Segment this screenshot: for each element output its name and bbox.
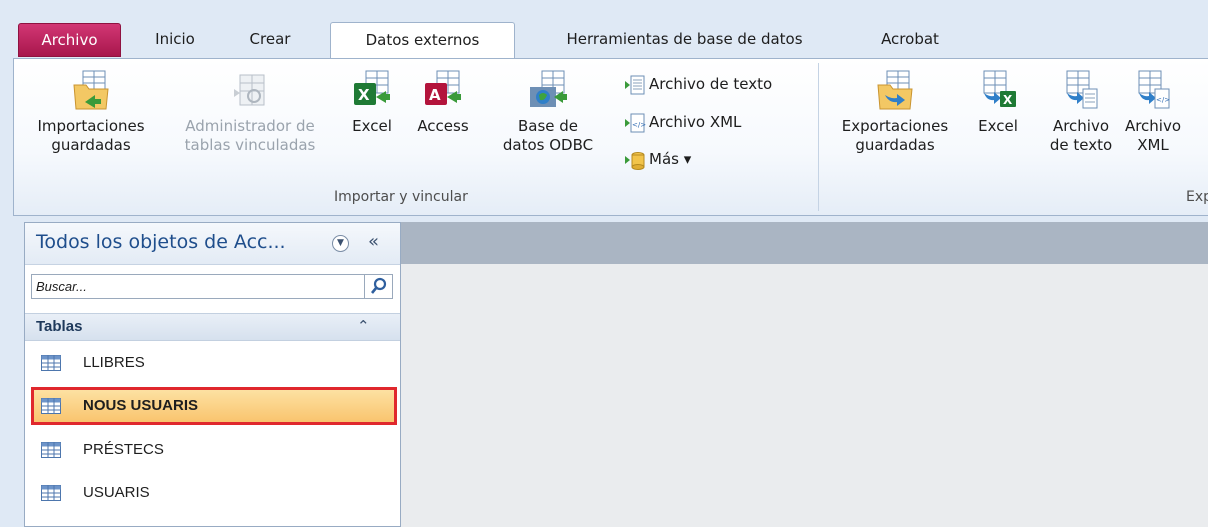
linked-table-manager-button[interactable]: Administrador de tablas vinculadas xyxy=(160,69,340,155)
nav-item-llibres[interactable]: LLIBRES xyxy=(31,344,397,382)
table-icon xyxy=(41,485,61,501)
nav-item-label: NOUS USUARIS xyxy=(83,397,199,414)
ribbon-group-separator xyxy=(818,63,819,211)
text-file-export-icon xyxy=(1066,70,1098,109)
text-file-icon xyxy=(625,75,645,94)
svg-text:</>: </> xyxy=(632,121,646,129)
export-text-file-label-2: de texto xyxy=(1049,136,1113,154)
xml-file-icon: </> xyxy=(625,113,646,132)
table-icon xyxy=(41,398,61,414)
import-group-label: Importar y vincular xyxy=(334,189,468,205)
search-button[interactable] xyxy=(365,274,393,299)
navigation-pane: Todos los objetos de Acc... ▼ « Buscar..… xyxy=(24,222,401,527)
tab-create[interactable]: Crear xyxy=(238,22,302,58)
nav-item-nous-usuaris[interactable]: NOUS USUARIS xyxy=(31,387,397,425)
linked-table-manager-label-1: Administrador de xyxy=(185,117,315,135)
collapse-pane-icon[interactable]: « xyxy=(368,231,379,252)
import-odbc-label-2: datos ODBC xyxy=(502,136,594,154)
import-more-button[interactable]: Más ▾ xyxy=(624,147,691,171)
tab-external-data[interactable]: Datos externos xyxy=(330,22,515,59)
document-workspace xyxy=(401,222,1208,527)
tab-file[interactable]: Archivo xyxy=(18,23,121,57)
import-text-file-button[interactable]: Archivo de texto xyxy=(624,72,772,96)
chevron-down-icon[interactable]: ▼ xyxy=(332,235,349,252)
nav-item-prestecs[interactable]: PRÉSTECS xyxy=(31,431,397,469)
nav-search-input[interactable]: Buscar... xyxy=(31,274,365,299)
access-import-icon: A xyxy=(425,70,461,105)
linked-table-manager-label-2: tablas vinculadas xyxy=(184,136,316,154)
import-xml-file-label: Archivo XML xyxy=(649,113,742,131)
xml-file-export-icon: </> xyxy=(1138,70,1170,109)
tab-home[interactable]: Inicio xyxy=(140,22,210,58)
excel-import-icon: X xyxy=(354,70,390,105)
table-icon xyxy=(41,355,61,371)
excel-export-icon: X xyxy=(983,70,1016,107)
folder-export-icon xyxy=(877,70,913,110)
saved-imports-button[interactable]: Importaciones guardadas xyxy=(24,69,158,155)
import-access-label: Access xyxy=(417,117,469,135)
export-xml-file-label-2: XML xyxy=(1137,136,1169,154)
nav-pane-title: Todos los objetos de Acc... xyxy=(36,231,286,253)
nav-item-usuaris[interactable]: USUARIS xyxy=(31,474,397,512)
more-sources-icon xyxy=(625,151,645,170)
export-excel-label: Excel xyxy=(978,117,1018,135)
export-xml-file-button[interactable]: </> Archivo XML xyxy=(1122,69,1184,155)
export-excel-button[interactable]: X Excel xyxy=(971,69,1025,136)
export-xml-file-label-1: Archivo xyxy=(1124,117,1182,135)
search-icon xyxy=(370,277,387,294)
table-icon xyxy=(41,442,61,458)
import-text-file-label: Archivo de texto xyxy=(649,75,773,93)
nav-item-label: USUARIS xyxy=(83,484,150,501)
tab-database-tools[interactable]: Herramientas de base de datos xyxy=(532,22,837,58)
export-text-file-button[interactable]: Archivo de texto xyxy=(1044,69,1118,155)
collapse-section-icon[interactable]: ⌃ xyxy=(357,317,370,335)
ribbon-panel: Importaciones guardadas Administrador de… xyxy=(13,58,1208,216)
svg-text:X: X xyxy=(358,86,370,104)
nav-pane-header[interactable]: Todos los objetos de Acc... ▼ « xyxy=(25,223,400,265)
saved-exports-label-1: Exportaciones xyxy=(841,117,949,135)
export-group-label: Exp xyxy=(1186,189,1208,205)
workspace-tab-strip xyxy=(401,222,1208,264)
linked-table-manager-icon xyxy=(234,74,265,106)
import-excel-label: Excel xyxy=(352,117,392,135)
odbc-database-icon xyxy=(530,70,567,107)
saved-imports-label-1: Importaciones xyxy=(37,117,145,135)
import-odbc-button[interactable]: Base de datos ODBC xyxy=(498,69,598,155)
import-access-button[interactable]: A Access xyxy=(412,69,474,136)
saved-imports-label-2: guardadas xyxy=(51,136,131,154)
import-odbc-label-1: Base de xyxy=(517,117,579,135)
tables-section-title: Tablas xyxy=(36,318,83,335)
ribbon-tab-bar: Archivo Inicio Crear Datos externos Herr… xyxy=(0,0,1208,59)
tables-section-header[interactable]: Tablas ⌃ xyxy=(25,313,400,341)
svg-text:X: X xyxy=(1003,93,1013,107)
app-window: Archivo Inicio Crear Datos externos Herr… xyxy=(0,0,1208,527)
import-xml-file-button[interactable]: </> Archivo XML xyxy=(624,110,741,134)
svg-text:A: A xyxy=(429,86,441,104)
tab-acrobat[interactable]: Acrobat xyxy=(868,22,952,58)
export-text-file-label-1: Archivo xyxy=(1052,117,1110,135)
saved-exports-label-2: guardadas xyxy=(855,136,935,154)
folder-import-icon xyxy=(73,70,109,110)
import-excel-button[interactable]: X Excel xyxy=(346,69,398,136)
nav-item-label: LLIBRES xyxy=(83,354,145,371)
saved-exports-button[interactable]: Exportaciones guardadas xyxy=(826,69,964,155)
svg-text:</>: </> xyxy=(1156,96,1170,104)
nav-item-label: PRÉSTECS xyxy=(83,441,164,458)
import-more-label: Más ▾ xyxy=(649,150,692,168)
